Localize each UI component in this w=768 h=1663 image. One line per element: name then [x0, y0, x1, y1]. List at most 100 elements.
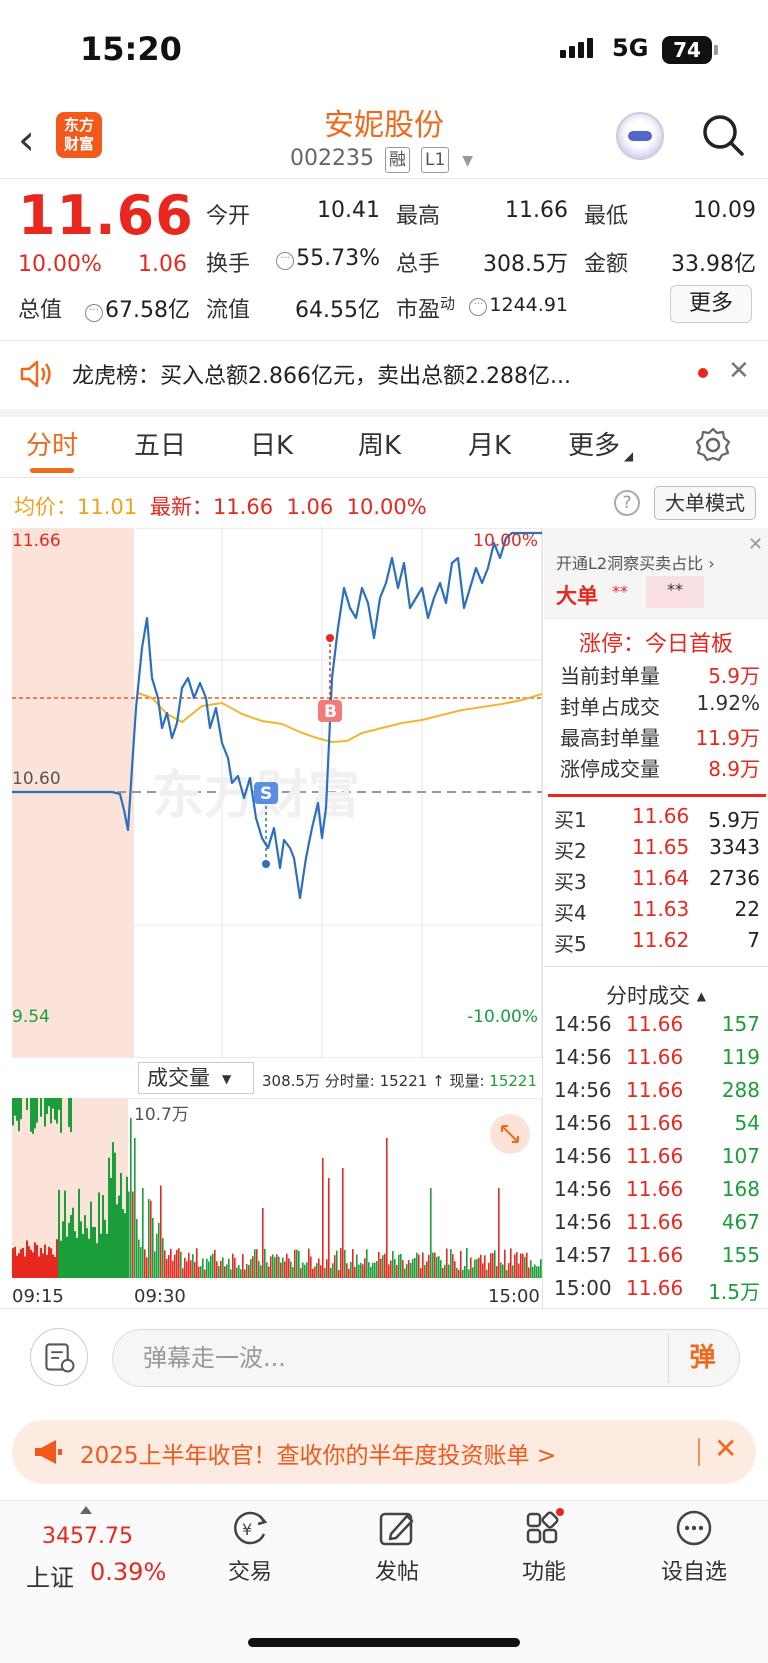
tick-time: 14:56: [554, 1144, 612, 1168]
nav-functions[interactable]: 功能: [484, 1508, 604, 1586]
mcap-value[interactable]: ··· 67.58亿: [66, 292, 190, 324]
network-type: 5G: [612, 34, 649, 62]
volume-max-label: 10.7万: [134, 1105, 189, 1125]
tick-qty: 1.5万: [708, 1280, 760, 1304]
avg-price: 均价：11.01: [14, 491, 137, 521]
volume-label: 总手: [396, 252, 441, 277]
pe-label: 市盈动: [396, 292, 455, 324]
danmaku-button[interactable]: 弹: [668, 1333, 736, 1383]
limit-row-value: 5.9万: [708, 664, 760, 688]
close-icon[interactable]: ✕: [748, 534, 763, 555]
volume-info: 308.5万 分时量: 15221 ↑ 现量: 15221: [262, 1070, 537, 1091]
big-order-mode-button[interactable]: 大单模式: [654, 486, 756, 520]
search-icon[interactable]: [700, 112, 746, 158]
bid-price: 11.66: [632, 804, 690, 828]
signal-icon: [560, 38, 596, 58]
l2-promo-label: 开通L2洞察买卖占比: [556, 554, 704, 573]
stock-code-line[interactable]: 002235 融 L1 ▼: [290, 146, 473, 173]
pe-text: 1244.91: [489, 294, 568, 316]
y-mid-label: 10.60: [12, 769, 61, 789]
functions-icon: [526, 1508, 564, 1544]
limit-row-label: 最高封单量: [560, 726, 660, 750]
status-time: 15:20: [80, 30, 182, 68]
tick-price: 11.66: [626, 1012, 684, 1036]
tab-weekly-k[interactable]: 周K: [358, 425, 401, 462]
turnover-label: 换手: [206, 252, 251, 277]
avg-label: 均价：: [14, 495, 77, 519]
pe-sup: 动: [440, 294, 456, 313]
more-button[interactable]: 更多: [670, 285, 752, 323]
limit-row: 当前封单量 5.9万: [560, 660, 760, 689]
arrow-up-icon: ↑: [432, 1072, 445, 1090]
level-tag: L1: [420, 147, 450, 173]
bid-label: 买2: [554, 839, 587, 863]
volume-chart[interactable]: 10.7万: [12, 1098, 542, 1278]
index-name[interactable]: 上证: [26, 1558, 74, 1593]
tick-time: 14:56: [554, 1078, 612, 1102]
gear-icon[interactable]: [694, 426, 732, 464]
speaker-icon: [20, 360, 51, 388]
assistant-robot-icon[interactable]: [616, 112, 664, 160]
amount-value: 33.98亿: [671, 252, 756, 277]
tick-time: 14:56: [554, 1012, 612, 1036]
index-value[interactable]: 3457.75: [42, 1524, 133, 1549]
unread-dot: [698, 368, 708, 378]
limit-separator: [548, 794, 766, 797]
nav-trade[interactable]: ¥ 交易: [190, 1508, 310, 1586]
promo-separator: [698, 1438, 700, 1466]
tab-daily-k[interactable]: 日K: [250, 425, 293, 462]
battery-icon: 74: [662, 36, 718, 64]
nav-watchlist[interactable]: 设自选: [634, 1508, 754, 1586]
ticks-header[interactable]: 分时成交 ▲: [544, 980, 768, 1010]
comment-settings-icon[interactable]: [30, 1328, 88, 1386]
volume-toggle-label: 成交量: [147, 1066, 210, 1090]
bid-qty: 22: [734, 897, 760, 921]
tab-intraday[interactable]: 分时: [26, 425, 78, 462]
tick-qty: 54: [734, 1111, 760, 1135]
promo-text[interactable]: 2025上半年收官！查收你的半年度投资账单 >: [80, 1436, 556, 1470]
tab-more[interactable]: 更多 ◢: [568, 425, 633, 463]
tick-qty: 107: [721, 1144, 760, 1168]
bid-qty: 5.9万: [708, 808, 760, 832]
tick-time: 15:00: [554, 1276, 612, 1300]
y-top-label: 11.66: [12, 531, 61, 551]
bid-label: 买4: [554, 901, 587, 925]
dropdown-icon: ▼: [222, 1072, 232, 1086]
minute-volume: 15221: [379, 1072, 428, 1090]
limit-up-title: 涨停：今日首板: [578, 632, 733, 657]
help-icon[interactable]: ?: [614, 490, 640, 516]
nav-post[interactable]: 发帖: [337, 1508, 457, 1586]
tick-price: 11.66: [626, 1111, 684, 1135]
l2-promo-text[interactable]: 开通L2洞察买卖占比 ›: [556, 550, 715, 574]
divider: [0, 340, 768, 341]
sell-marker-label: S: [260, 784, 272, 804]
home-indicator: [248, 1638, 520, 1647]
volume-indicator-select[interactable]: 成交量 ▼: [138, 1062, 254, 1094]
limit-row: 最高封单量 11.9万: [560, 722, 760, 751]
big-order-masked-1: **: [612, 582, 628, 601]
danmaku-input[interactable]: 弹幕走一波...: [112, 1329, 740, 1387]
index-percent[interactable]: 0.39%: [90, 1558, 166, 1586]
tab-monthly-k[interactable]: 月K: [468, 425, 511, 462]
tick-price: 11.66: [626, 1177, 684, 1201]
more-dots-icon: [676, 1510, 712, 1546]
edit-icon: [379, 1512, 414, 1546]
tick-price: 11.66: [626, 1210, 684, 1234]
volume-value: 308.5万: [483, 252, 568, 277]
tick-price: 11.66: [626, 1078, 684, 1102]
intraday-chart[interactable]: 东方财富 B S 11.66 10.60 9.54 10.00% -10.00%: [12, 528, 542, 1058]
tick-price: 11.66: [626, 1045, 684, 1069]
tab-five-day[interactable]: 五日: [134, 425, 186, 462]
close-icon[interactable]: ✕: [714, 1432, 737, 1465]
dragon-tiger-text[interactable]: 龙虎榜：买入总额2.866亿元，卖出总额2.288亿...: [72, 358, 672, 390]
latest-value: 11.66: [213, 495, 274, 519]
tick-qty: 288: [721, 1078, 760, 1102]
pe-value[interactable]: ··· 1244.91: [464, 294, 568, 316]
bid-price: 11.62: [632, 928, 690, 952]
turnover-value[interactable]: ··· 55.73%: [260, 246, 380, 271]
avg-value: 11.01: [77, 495, 138, 519]
pct-top-label: 10.00%: [473, 531, 538, 551]
bid-qty: 7: [747, 928, 760, 952]
change-amount: 1.06: [138, 252, 187, 277]
close-icon[interactable]: ✕: [728, 356, 750, 386]
